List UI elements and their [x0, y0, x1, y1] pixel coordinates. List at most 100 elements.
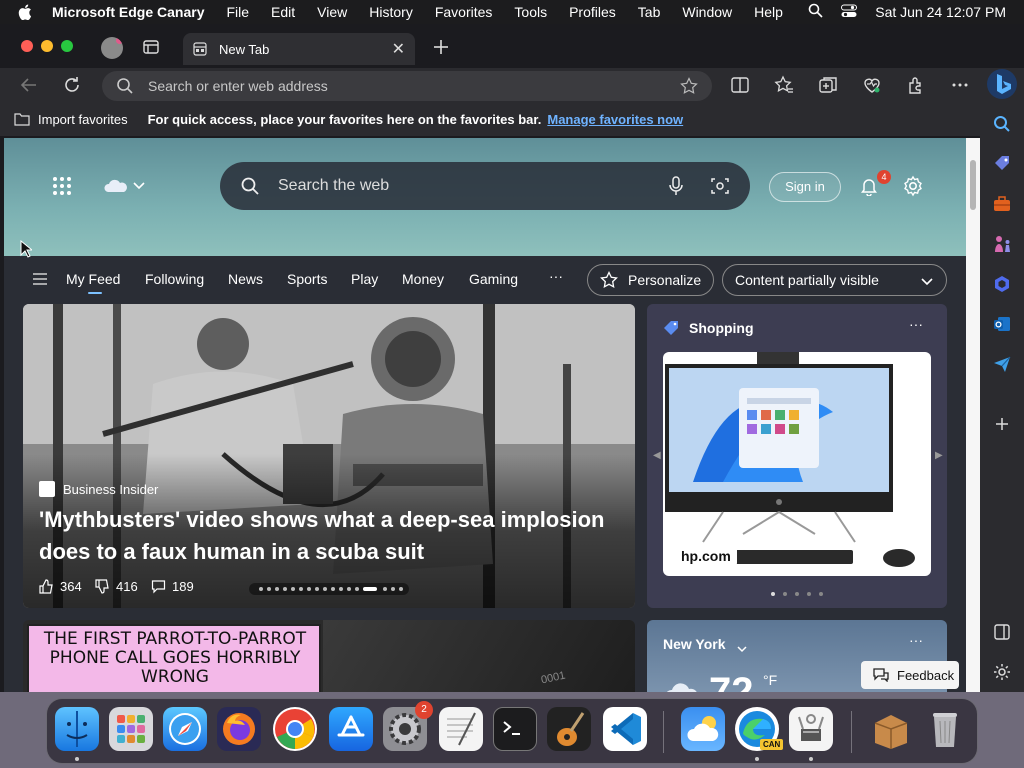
hamburger-menu-icon[interactable] — [32, 271, 48, 287]
sidebar-games-icon[interactable] — [992, 234, 1012, 254]
tab-gaming[interactable]: Gaming — [469, 271, 518, 287]
carousel-dot[interactable] — [291, 587, 295, 591]
control-center-icon[interactable] — [841, 4, 858, 21]
page-scrollbar[interactable] — [966, 138, 980, 692]
web-search-box[interactable]: Search the web — [220, 162, 750, 210]
hero-headline[interactable]: 'Mythbusters' video shows what a deep-se… — [39, 504, 629, 568]
comic-card[interactable]: THE FIRST PARROT-TO-PARROT PHONE CALL GO… — [23, 620, 635, 692]
visual-search-icon[interactable] — [710, 176, 730, 196]
weather-app-icon[interactable] — [681, 707, 725, 751]
menu-edit[interactable]: Edit — [271, 4, 295, 20]
menu-profiles[interactable]: Profiles — [569, 4, 616, 20]
dislike-button[interactable]: 416 — [95, 579, 138, 594]
like-button[interactable]: 364 — [39, 579, 82, 594]
carousel-dot[interactable] — [347, 587, 351, 591]
carousel-dot-active[interactable] — [363, 587, 377, 591]
chevron-down-icon[interactable] — [737, 640, 747, 658]
trash-icon[interactable] — [923, 707, 967, 751]
sidebar-outlook-icon[interactable] — [992, 314, 1012, 334]
carousel-dot[interactable] — [299, 587, 303, 591]
weather-cloud-icon[interactable] — [102, 176, 148, 196]
terminal-icon[interactable] — [493, 707, 537, 751]
menu-favorites[interactable]: Favorites — [435, 4, 493, 20]
minimize-window-button[interactable] — [41, 40, 53, 52]
carousel-dot[interactable] — [355, 587, 359, 591]
menubar-clock[interactable]: Sat Jun 24 12:07 PM — [875, 4, 1006, 20]
spotlight-search-icon[interactable] — [808, 3, 823, 21]
tab-following[interactable]: Following — [145, 271, 204, 287]
tab-new-tab[interactable]: New Tab ✕ — [183, 33, 415, 65]
address-bar[interactable]: Search or enter web address — [102, 71, 712, 101]
app-launcher-icon[interactable] — [52, 176, 72, 196]
carousel-dot[interactable] — [391, 587, 395, 591]
weather-more-options[interactable]: ··· — [909, 632, 923, 648]
sign-in-button[interactable]: Sign in — [769, 172, 841, 202]
hero-news-card[interactable]: Business Insider 'Mythbusters' video sho… — [23, 304, 635, 608]
garageband-icon[interactable] — [547, 707, 591, 751]
system-information-icon[interactable] — [789, 707, 833, 751]
menu-help[interactable]: Help — [754, 4, 783, 20]
sidebar-add-icon[interactable] — [992, 414, 1012, 434]
carousel-dot[interactable] — [783, 592, 787, 596]
tab-money[interactable]: Money — [402, 271, 444, 287]
tab-my-feed[interactable]: My Feed — [66, 271, 120, 294]
carousel-dot[interactable] — [331, 587, 335, 591]
page-settings-gear-icon[interactable] — [902, 175, 924, 197]
app-store-icon[interactable] — [329, 707, 373, 751]
chrome-icon[interactable] — [273, 707, 317, 751]
tab-news[interactable]: News — [228, 271, 263, 287]
carousel-dot[interactable] — [267, 587, 271, 591]
microphone-icon[interactable] — [668, 176, 684, 196]
carousel-dot[interactable] — [315, 587, 319, 591]
more-options-icon[interactable] — [950, 75, 970, 95]
carousel-dot[interactable] — [259, 587, 263, 591]
collections-icon[interactable] — [818, 75, 838, 95]
feedback-button[interactable]: Feedback — [861, 661, 959, 689]
more-tabs-button[interactable]: ··· — [549, 268, 563, 284]
scrollbar-thumb[interactable] — [970, 160, 976, 210]
close-window-button[interactable] — [21, 40, 33, 52]
profile-avatar[interactable] — [101, 37, 123, 59]
shopping-product-image[interactable]: hp.com — [663, 352, 931, 576]
menu-tools[interactable]: Tools — [514, 4, 547, 20]
launchpad-icon[interactable] — [109, 707, 153, 751]
extensions-icon[interactable] — [906, 75, 926, 95]
carousel-dot-active[interactable] — [771, 592, 775, 596]
hero-carousel-dots[interactable] — [249, 583, 409, 595]
shopping-next-arrow[interactable]: ▶ — [935, 450, 943, 461]
weather-city[interactable]: New York — [663, 636, 726, 652]
shopping-carousel-dots[interactable] — [771, 592, 831, 598]
carousel-dot[interactable] — [339, 587, 343, 591]
menu-file[interactable]: File — [226, 4, 249, 20]
back-arrow-icon[interactable] — [19, 75, 39, 95]
notifications-bell-icon[interactable] — [859, 176, 879, 197]
textedit-icon[interactable] — [439, 707, 483, 751]
vscode-icon[interactable] — [603, 707, 647, 751]
new-tab-button[interactable] — [432, 38, 450, 56]
bing-copilot-icon[interactable] — [986, 68, 1018, 100]
finder-icon[interactable] — [55, 707, 99, 751]
browser-essentials-icon[interactable] — [862, 75, 882, 95]
split-screen-icon[interactable] — [730, 75, 750, 95]
carousel-dot[interactable] — [275, 587, 279, 591]
content-visibility-dropdown[interactable]: Content partially visible — [722, 264, 947, 296]
carousel-dot[interactable] — [307, 587, 311, 591]
sidebar-tools-icon[interactable] — [992, 194, 1012, 214]
menu-tab[interactable]: Tab — [638, 4, 661, 20]
favorites-icon[interactable] — [774, 75, 794, 95]
carousel-dot[interactable] — [383, 587, 387, 591]
sidebar-search-icon[interactable] — [992, 114, 1012, 134]
apple-icon[interactable] — [18, 4, 36, 20]
downloads-stack-icon[interactable] — [869, 707, 913, 751]
sidebar-shopping-icon[interactable] — [992, 154, 1012, 174]
menu-window[interactable]: Window — [682, 4, 732, 20]
sidebar-microsoft-365-icon[interactable] — [992, 274, 1012, 294]
sidebar-settings-icon[interactable] — [992, 662, 1012, 682]
firefox-icon[interactable] — [217, 707, 261, 751]
manage-favorites-link[interactable]: Manage favorites now — [547, 112, 683, 127]
tab-sports[interactable]: Sports — [287, 271, 327, 287]
carousel-dot[interactable] — [795, 592, 799, 596]
carousel-dot[interactable] — [323, 587, 327, 591]
app-name[interactable]: Microsoft Edge Canary — [52, 4, 204, 20]
shopping-more-options[interactable]: ··· — [909, 316, 923, 332]
